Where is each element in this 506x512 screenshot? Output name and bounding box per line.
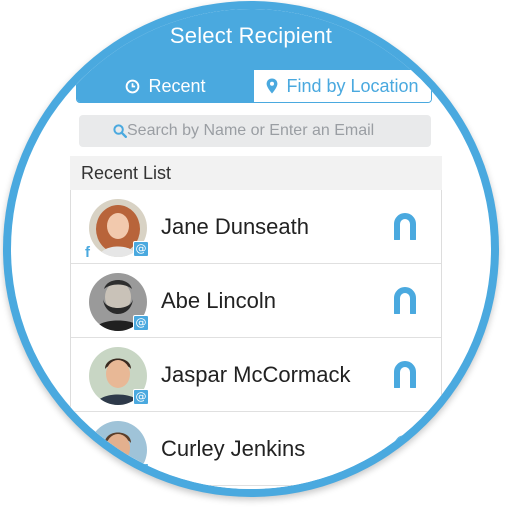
contact-row[interactable]: f @ Jane Dunseath (71, 190, 441, 264)
recent-contacts-list: f @ Jane Dunseath @ Abe Lincoln @ Jaspar… (70, 190, 442, 489)
app-logo-icon (394, 213, 416, 240)
contact-row[interactable]: @ Abe Lincoln (71, 264, 441, 338)
app-screen: Select Recipient Recent Find by Location (11, 9, 491, 489)
search-icon (113, 124, 127, 138)
tab-recent[interactable]: Recent (77, 70, 254, 102)
contact-name: Jaspar McCormack (161, 362, 351, 387)
magnifier-frame: Select Recipient Recent Find by Location (3, 1, 499, 497)
contact-name: Abe Lincoln (161, 288, 276, 313)
app-logo-icon (394, 361, 416, 388)
tab-recent-label: Recent (148, 75, 206, 96)
contact-row[interactable]: @ Jaspar McCormack (71, 338, 441, 412)
contact-name: Curley Jenkins (161, 436, 306, 461)
section-header: Recent List (70, 156, 442, 190)
tab-switcher: Recent Find by Location (76, 69, 432, 103)
tab-find-by-location-label: Find by Location (286, 75, 419, 96)
section-title: Recent List (81, 162, 172, 183)
email-badge-icon: @ (133, 315, 149, 331)
search-input[interactable] (115, 122, 427, 140)
facebook-icon: f (85, 244, 90, 261)
contact-name: Jane Dunseath (161, 214, 309, 239)
tab-find-by-location[interactable]: Find by Location (254, 70, 431, 102)
search-bar (79, 115, 431, 147)
page-title: Select Recipient (169, 23, 333, 48)
email-badge-icon: @ (133, 463, 149, 479)
contact-row[interactable]: @ Curley Jenkins (71, 412, 441, 486)
email-badge-icon: @ (133, 241, 149, 257)
app-logo-icon (394, 435, 416, 462)
app-logo-icon (394, 287, 416, 314)
location-pin-icon (267, 78, 278, 94)
email-badge-icon: @ (133, 389, 149, 405)
clock-icon (126, 79, 140, 93)
nav-header: Select Recipient (11, 9, 491, 78)
